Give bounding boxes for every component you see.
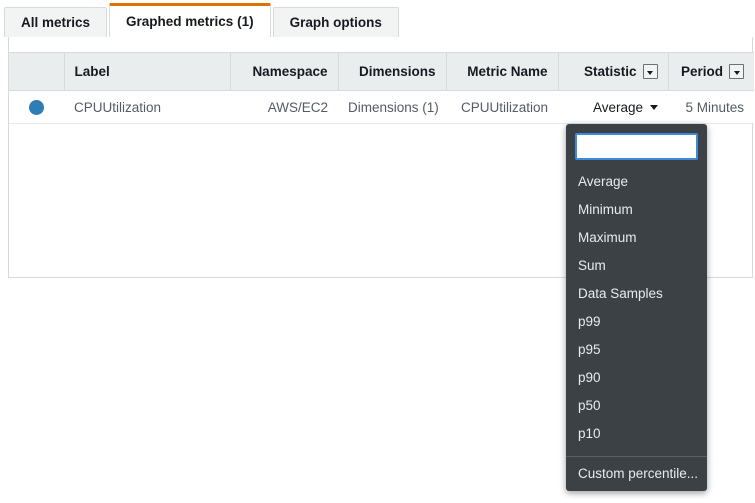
statistic-option-p95[interactable]: p95	[566, 336, 707, 364]
table-body: CPUUtilization AWS/EC2 Dimensions (1) CP…	[9, 91, 754, 124]
column-header-selection	[9, 53, 64, 91]
column-header-metric-name-text: Metric Name	[467, 64, 547, 79]
series-color-swatch[interactable]	[29, 100, 44, 115]
table-header: Label Namespace Dimensions Metric Name S…	[9, 53, 754, 91]
tab-graph-options[interactable]: Graph options	[273, 7, 399, 37]
row-statistic-cell[interactable]: Average	[558, 91, 668, 124]
statistic-option-maximum[interactable]: Maximum	[566, 224, 707, 252]
statistic-option-sum[interactable]: Sum	[566, 252, 707, 280]
graphed-metrics-table: Label Namespace Dimensions Metric Name S…	[9, 52, 754, 124]
statistic-dropdown-menu: Average Minimum Maximum Sum Data Samples…	[566, 124, 707, 491]
tab-all-metrics[interactable]: All metrics	[4, 7, 107, 37]
statistic-option-average[interactable]: Average	[566, 168, 707, 196]
statistic-option-p99[interactable]: p99	[566, 308, 707, 336]
tab-all-metrics-label: All metrics	[21, 15, 90, 30]
column-header-label: Label	[64, 53, 230, 91]
statistic-option-data-samples[interactable]: Data Samples	[566, 280, 707, 308]
row-dimensions-cell[interactable]: Dimensions (1)	[338, 91, 446, 124]
statistic-option-p10[interactable]: p10	[566, 420, 707, 448]
column-header-dimensions: Dimensions	[338, 53, 446, 91]
tab-graphed-metrics[interactable]: Graphed metrics (1)	[109, 3, 271, 37]
statistic-option-p50[interactable]: p50	[566, 392, 707, 420]
tab-graphed-metrics-label: Graphed metrics (1)	[126, 14, 254, 29]
chevron-down-icon	[650, 105, 658, 110]
statistic-option-custom-percentile[interactable]: Custom percentile...	[566, 457, 707, 491]
tab-graph-options-label: Graph options	[290, 15, 382, 30]
statistic-option-list: Average Minimum Maximum Sum Data Samples…	[566, 168, 707, 452]
tab-strip: All metrics Graphed metrics (1) Graph op…	[0, 0, 755, 37]
row-namespace-text: AWS/EC2	[268, 100, 328, 115]
statistic-column-dropdown-icon[interactable]	[643, 64, 658, 79]
column-header-label-text: Label	[75, 64, 110, 79]
table-row[interactable]: CPUUtilization AWS/EC2 Dimensions (1) CP…	[9, 91, 754, 124]
statistic-filter-input[interactable]	[575, 133, 698, 160]
column-header-metric-name: Metric Name	[446, 53, 558, 91]
row-label-text: CPUUtilization	[74, 100, 161, 115]
row-metric-name-cell: CPUUtilization	[446, 91, 558, 124]
period-column-dropdown-icon[interactable]	[729, 64, 744, 79]
column-header-statistic: Statistic	[558, 53, 668, 91]
statistic-filter-wrap	[566, 133, 707, 168]
column-header-namespace-text: Namespace	[252, 64, 327, 79]
row-label-cell[interactable]: CPUUtilization	[64, 91, 230, 124]
statistic-option-minimum[interactable]: Minimum	[566, 196, 707, 224]
column-header-period: Period	[668, 53, 754, 91]
column-header-statistic-text: Statistic	[584, 64, 637, 79]
column-header-dimensions-text: Dimensions	[359, 64, 436, 79]
row-metric-name-text: CPUUtilization	[461, 100, 548, 115]
statistic-option-p90[interactable]: p90	[566, 364, 707, 392]
column-header-namespace: Namespace	[230, 53, 338, 91]
statistic-dropdown-trigger[interactable]: Average	[593, 100, 658, 115]
tab-list: All metrics Graphed metrics (1) Graph op…	[4, 3, 401, 37]
row-color-cell	[9, 91, 64, 124]
row-period-cell[interactable]: 5 Minutes	[668, 91, 754, 124]
row-namespace-cell: AWS/EC2	[230, 91, 338, 124]
column-header-period-text: Period	[681, 64, 723, 79]
row-period-text: 5 Minutes	[685, 100, 744, 115]
table-header-row: Label Namespace Dimensions Metric Name S…	[9, 53, 754, 91]
statistic-current-value: Average	[593, 100, 643, 115]
row-dimensions-link[interactable]: Dimensions (1)	[348, 100, 439, 115]
